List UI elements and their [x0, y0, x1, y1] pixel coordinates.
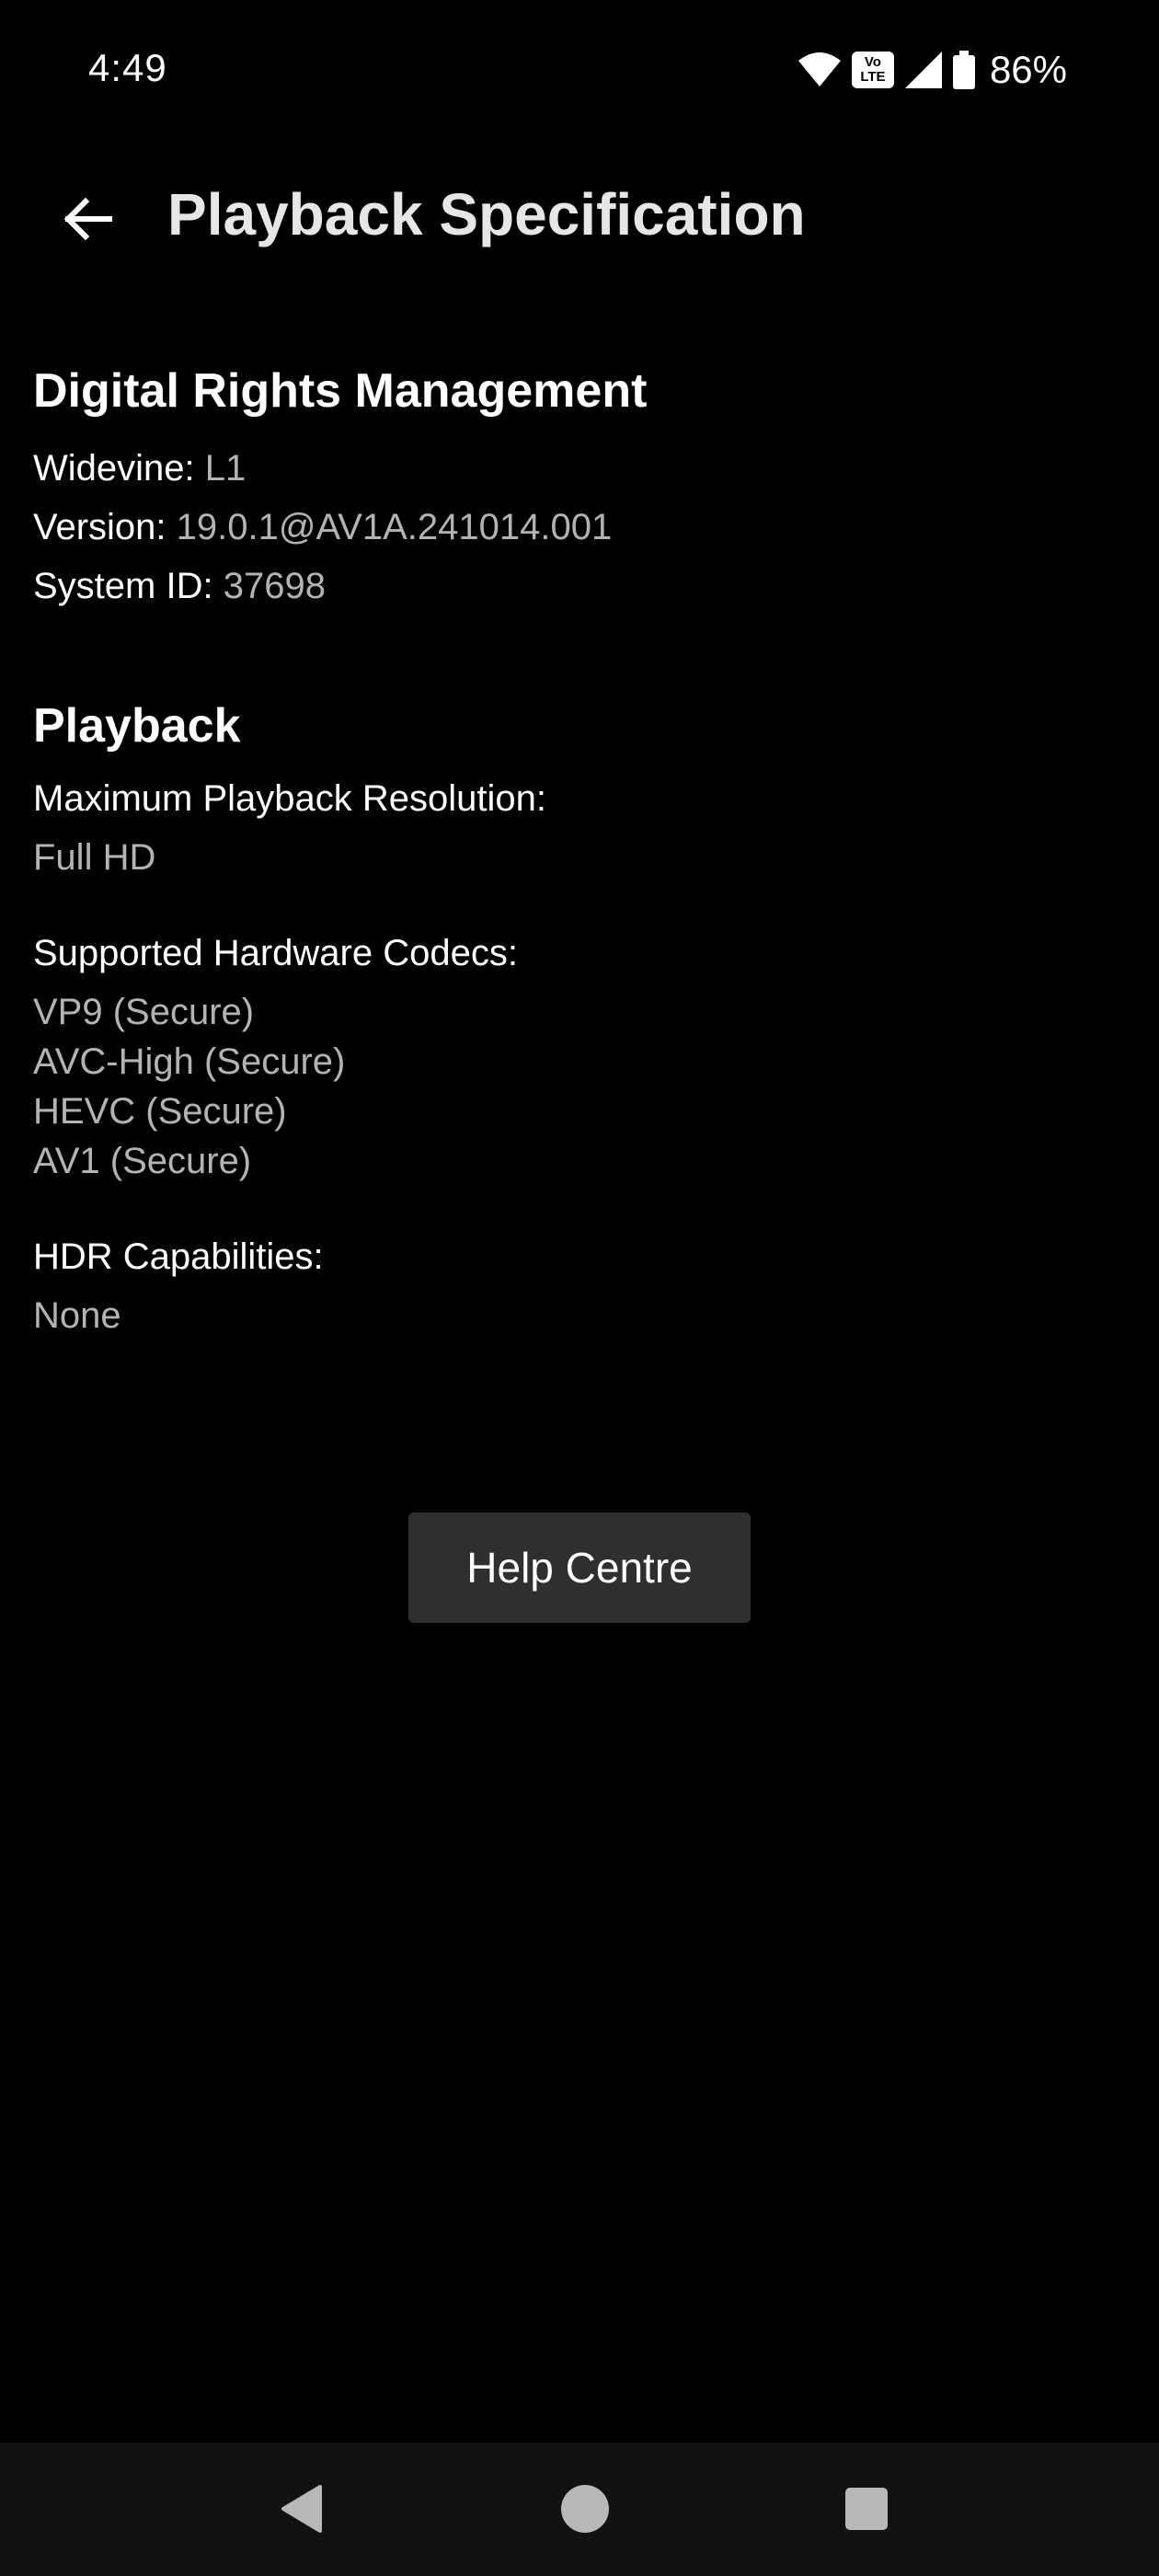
arrow-left-icon — [63, 197, 113, 245]
nav-back-icon — [280, 2484, 324, 2537]
volte-top-label: Vo — [864, 54, 881, 70]
navigation-bar — [0, 2443, 1159, 2576]
widevine-label: Widevine: — [33, 448, 195, 489]
app-bar: Playback Specification — [0, 166, 1159, 276]
codecs-label: Supported Hardware Codecs: — [33, 933, 518, 973]
codec-item: VP9 (Secure) — [33, 992, 255, 1032]
system-id-label: System ID: — [33, 566, 213, 606]
battery-icon — [952, 51, 975, 89]
nav-recents-icon — [844, 2487, 889, 2536]
nav-home-button[interactable] — [550, 2476, 620, 2546]
status-time: 4:49 — [88, 46, 167, 89]
widevine-row: Widevine: L1 — [33, 439, 1119, 498]
help-centre-button[interactable]: Help Centre — [408, 1512, 751, 1623]
codec-item: AVC-High (Secure) — [33, 1041, 346, 1082]
status-icons: Vo LTE 86% — [798, 48, 1067, 92]
drm-heading: Digital Rights Management — [33, 364, 648, 418]
signal-icon — [904, 52, 942, 88]
max-resolution-group: Maximum Playback Resolution: Full HD — [33, 774, 1119, 882]
hdr-label: HDR Capabilities: — [33, 1236, 324, 1277]
status-bar: 4:49 Vo LTE 86% — [0, 0, 1159, 147]
nav-home-icon — [560, 2484, 610, 2538]
system-id-value: 37698 — [223, 566, 326, 606]
page-title: Playback Specification — [167, 181, 806, 247]
battery-percent: 86% — [989, 48, 1067, 91]
content: Digital Rights Management Widevine: L1 V… — [33, 363, 1119, 1386]
codec-item: HEVC (Secure) — [33, 1091, 287, 1132]
version-label: Version: — [33, 507, 166, 547]
hdr-value: None — [33, 1295, 121, 1336]
back-button[interactable] — [55, 193, 120, 248]
max-resolution-value: Full HD — [33, 837, 156, 878]
max-resolution-label: Maximum Playback Resolution: — [33, 778, 546, 819]
version-value: 19.0.1@AV1A.241014.001 — [176, 507, 613, 547]
drm-section: Digital Rights Management Widevine: L1 V… — [33, 363, 1119, 615]
volte-icon: Vo LTE — [851, 52, 894, 88]
playback-section: Playback Maximum Playback Resolution: Fu… — [33, 698, 1119, 1340]
version-row: Version: 19.0.1@AV1A.241014.001 — [33, 498, 1119, 557]
codec-item: AV1 (Secure) — [33, 1141, 252, 1181]
wifi-icon — [798, 52, 841, 88]
codecs-group: Supported Hardware Codecs: VP9 (Secure) … — [33, 928, 1119, 1186]
playback-heading: Playback — [33, 699, 241, 753]
nav-recents-button[interactable] — [832, 2476, 901, 2546]
volte-bottom-label: LTE — [860, 69, 886, 85]
widevine-value: L1 — [204, 448, 247, 489]
system-id-row: System ID: 37698 — [33, 557, 1119, 615]
nav-back-button[interactable] — [267, 2476, 337, 2546]
hdr-group: HDR Capabilities: None — [33, 1232, 1119, 1340]
